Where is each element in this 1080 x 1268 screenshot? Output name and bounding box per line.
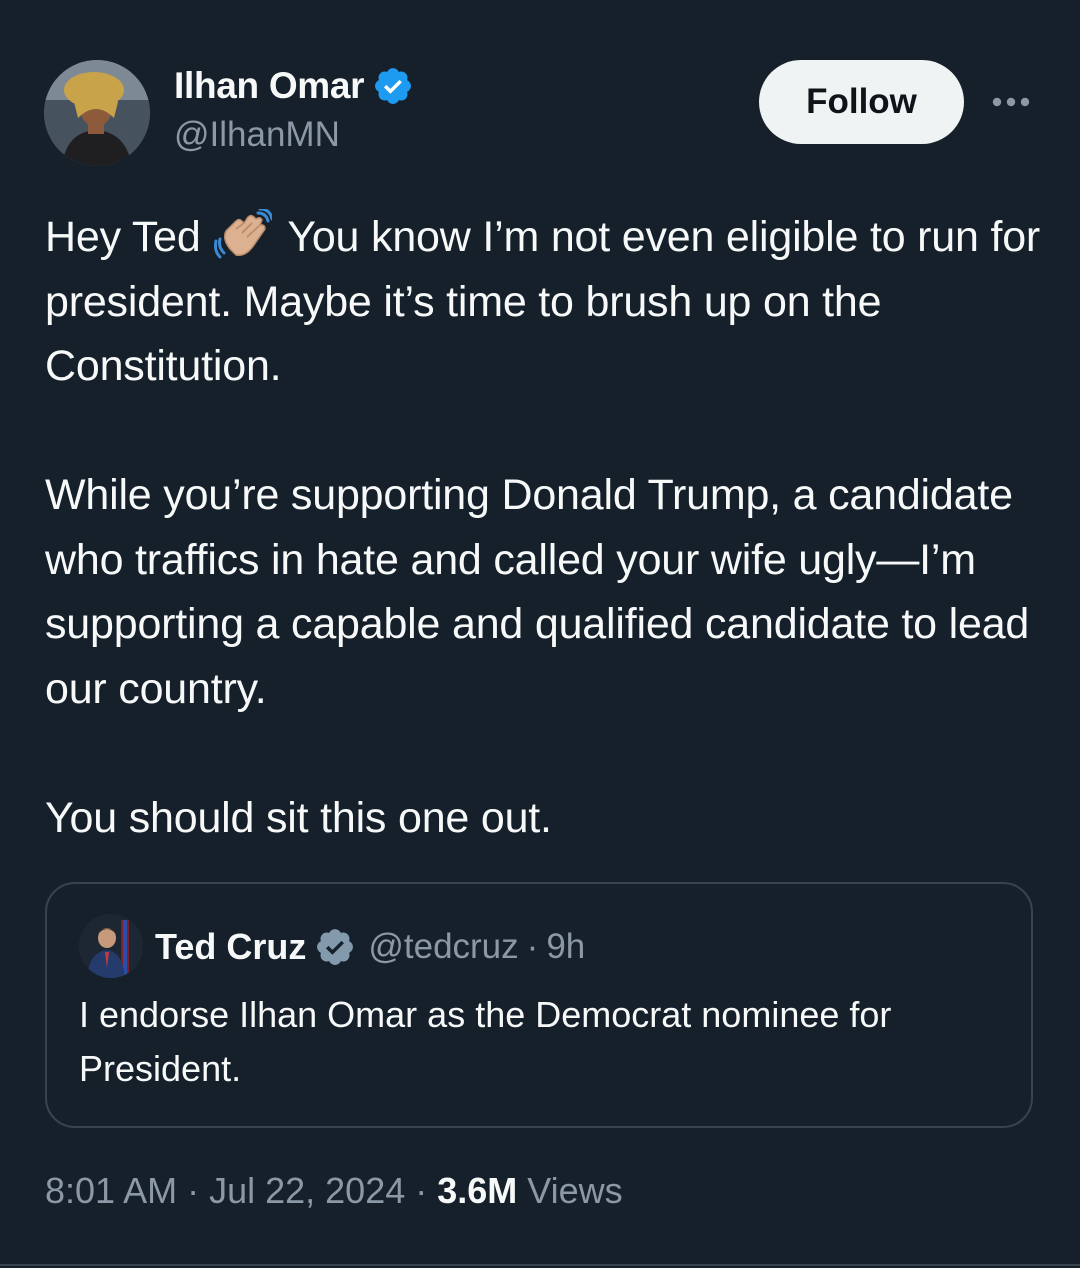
tweet-time[interactable]: 8:01 AM <box>45 1170 177 1212</box>
tweet-paragraph-3: You should sit this one out. <box>45 793 552 842</box>
verified-icon <box>372 65 414 107</box>
tweet-date[interactable]: Jul 22, 2024 <box>209 1170 405 1212</box>
tweet-paragraph-2: While you’re supporting Donald Trump, a … <box>45 471 1030 713</box>
views-count[interactable]: 3.6M <box>437 1170 517 1212</box>
quoted-author-avatar[interactable] <box>79 914 143 978</box>
author-name-row[interactable]: Ilhan Omar <box>174 62 414 110</box>
quoted-author-name[interactable]: Ted Cruz <box>155 926 306 968</box>
more-options-icon[interactable] <box>988 82 1034 122</box>
tweet-meta: 8:01 AM · Jul 22, 2024 · 3.6M Views <box>45 1170 623 1212</box>
author-handle[interactable]: @IlhanMN <box>174 115 340 155</box>
views-label[interactable]: Views <box>527 1170 622 1212</box>
author-avatar[interactable] <box>44 60 150 166</box>
meta-separator-1: · <box>187 1170 200 1211</box>
meta-separator-2: · <box>415 1170 428 1211</box>
quoted-tweet-header: Ted Cruz @tedcruz · 9h <box>155 922 585 972</box>
tweet-greeting: Hey Ted <box>45 213 201 261</box>
quoted-timestamp[interactable]: 9h <box>546 927 585 967</box>
quoted-tweet-text: I endorse Ilhan Omar as the Democrat nom… <box>79 994 892 1089</box>
quoted-author-handle[interactable]: @tedcruz <box>368 927 518 967</box>
follow-button[interactable]: Follow <box>759 60 964 144</box>
verified-gray-icon <box>314 926 356 968</box>
tweet: Ilhan Omar @IlhanMN Follow Hey Ted You k… <box>0 0 1080 1268</box>
tweet-text: Hey Ted You know I’m not even eligible t… <box>45 205 1045 850</box>
author-display-name[interactable]: Ilhan Omar <box>174 65 365 107</box>
waving-hand-icon <box>214 207 274 261</box>
quoted-separator: · <box>526 927 539 966</box>
divider <box>0 1264 1080 1266</box>
quoted-tweet-card[interactable]: Ted Cruz @tedcruz · 9h I endorse Ilhan O… <box>45 882 1033 1128</box>
tweet-paragraph-1: Hey Ted You know I’m not even eligible t… <box>45 205 1045 399</box>
